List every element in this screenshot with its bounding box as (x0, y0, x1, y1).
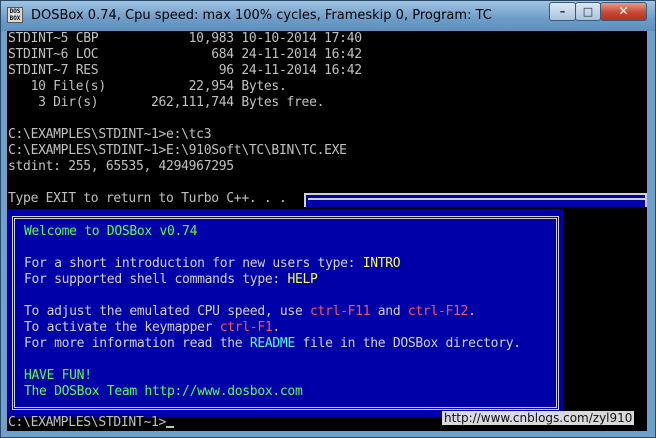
command-prompt[interactable]: C:\EXAMPLES\STDINT~1> (8, 415, 175, 431)
welcome-heading: Welcome to DOSBox v0.74 (24, 224, 198, 239)
console-line: C:\EXAMPLES\STDINT~1>e:\tc3 (8, 127, 212, 142)
keymapper-text: To activate the keymapper (24, 320, 220, 335)
maximize-button[interactable]: □ (575, 2, 601, 21)
readme-line: For more information read the README fil… (24, 336, 521, 352)
readme-text: For more information read the (24, 336, 250, 351)
cpu-mid: and (370, 304, 408, 319)
console-line: 3 Dir(s) 262,111,744 Bytes free. (8, 95, 325, 110)
intro-line: For a short introduction for new users t… (24, 256, 401, 272)
minimize-button[interactable]: – (549, 2, 576, 21)
prompt-text: C:\EXAMPLES\STDINT~1> (8, 415, 167, 430)
console-line: C:\EXAMPLES\STDINT~1>E:\910Soft\TC\BIN\T… (8, 143, 347, 158)
exit-hint-line: Type EXIT to return to Turbo C++. . . (8, 191, 287, 206)
readme-file: README (249, 336, 295, 351)
cpu-speed-line: To adjust the emulated CPU speed, use ct… (24, 304, 476, 320)
dosbox-window: DOS BOX DOSBox 0.74, Cpu speed: max 100%… (0, 0, 656, 438)
app-icon-line-1: DOS (9, 8, 21, 15)
intro-command: INTRO (362, 256, 401, 271)
cpu-text: To adjust the emulated CPU speed, use (24, 304, 311, 319)
cpu-key-1: ctrl-F11 (310, 304, 371, 319)
welcome-box: Welcome to DOSBox v0.74 For a short intr… (8, 209, 563, 417)
turbo-c-frame-top (304, 193, 647, 207)
have-fun-text: HAVE FUN! (24, 368, 92, 383)
dosbox-app-icon[interactable]: DOS BOX (7, 7, 23, 23)
cpu-key-2: ctrl-F12 (407, 304, 469, 319)
text-cursor (166, 426, 175, 428)
intro-text: For a short introduction for new users t… (24, 256, 363, 271)
window-title: DOSBox 0.74, Cpu speed: max 100% cycles,… (31, 8, 492, 23)
help-command: HELP (287, 272, 318, 287)
console-line: stdint: 255, 65535, 4294967295 (8, 159, 234, 174)
title-bar[interactable]: DOS BOX DOSBox 0.74, Cpu speed: max 100%… (1, 1, 655, 31)
app-icon-line-2: BOX (9, 15, 21, 22)
watermark: http://www.cnblogs.com/zyl910 (442, 411, 635, 425)
console-line: 10 File(s) 22,954 Bytes. (8, 79, 287, 94)
keymapper-line: To activate the keymapper ctrl-F1. (24, 320, 280, 336)
keymapper-end: . (272, 320, 280, 335)
keymapper-key: ctrl-F1 (219, 320, 273, 335)
console-line: STDINT~5 CBP 10,983 10-10-2014 17:40 (8, 31, 362, 46)
dosbox-team-text: The DOSBox Team http://www.dosbox.com (24, 384, 303, 399)
dos-console[interactable]: STDINT~5 CBP 10,983 10-10-2014 17:40 STD… (7, 31, 647, 431)
console-line: STDINT~7 RES 96 24-11-2014 16:42 (8, 63, 362, 78)
help-line: For supported shell commands type: HELP (24, 272, 318, 288)
cpu-end: . (468, 304, 476, 319)
close-button[interactable]: ✕ (600, 2, 647, 21)
help-text: For supported shell commands type: (24, 272, 288, 287)
readme-end: file in the DOSBox directory. (294, 336, 522, 351)
console-line: STDINT~6 LOC 684 24-11-2014 16:42 (8, 47, 362, 62)
